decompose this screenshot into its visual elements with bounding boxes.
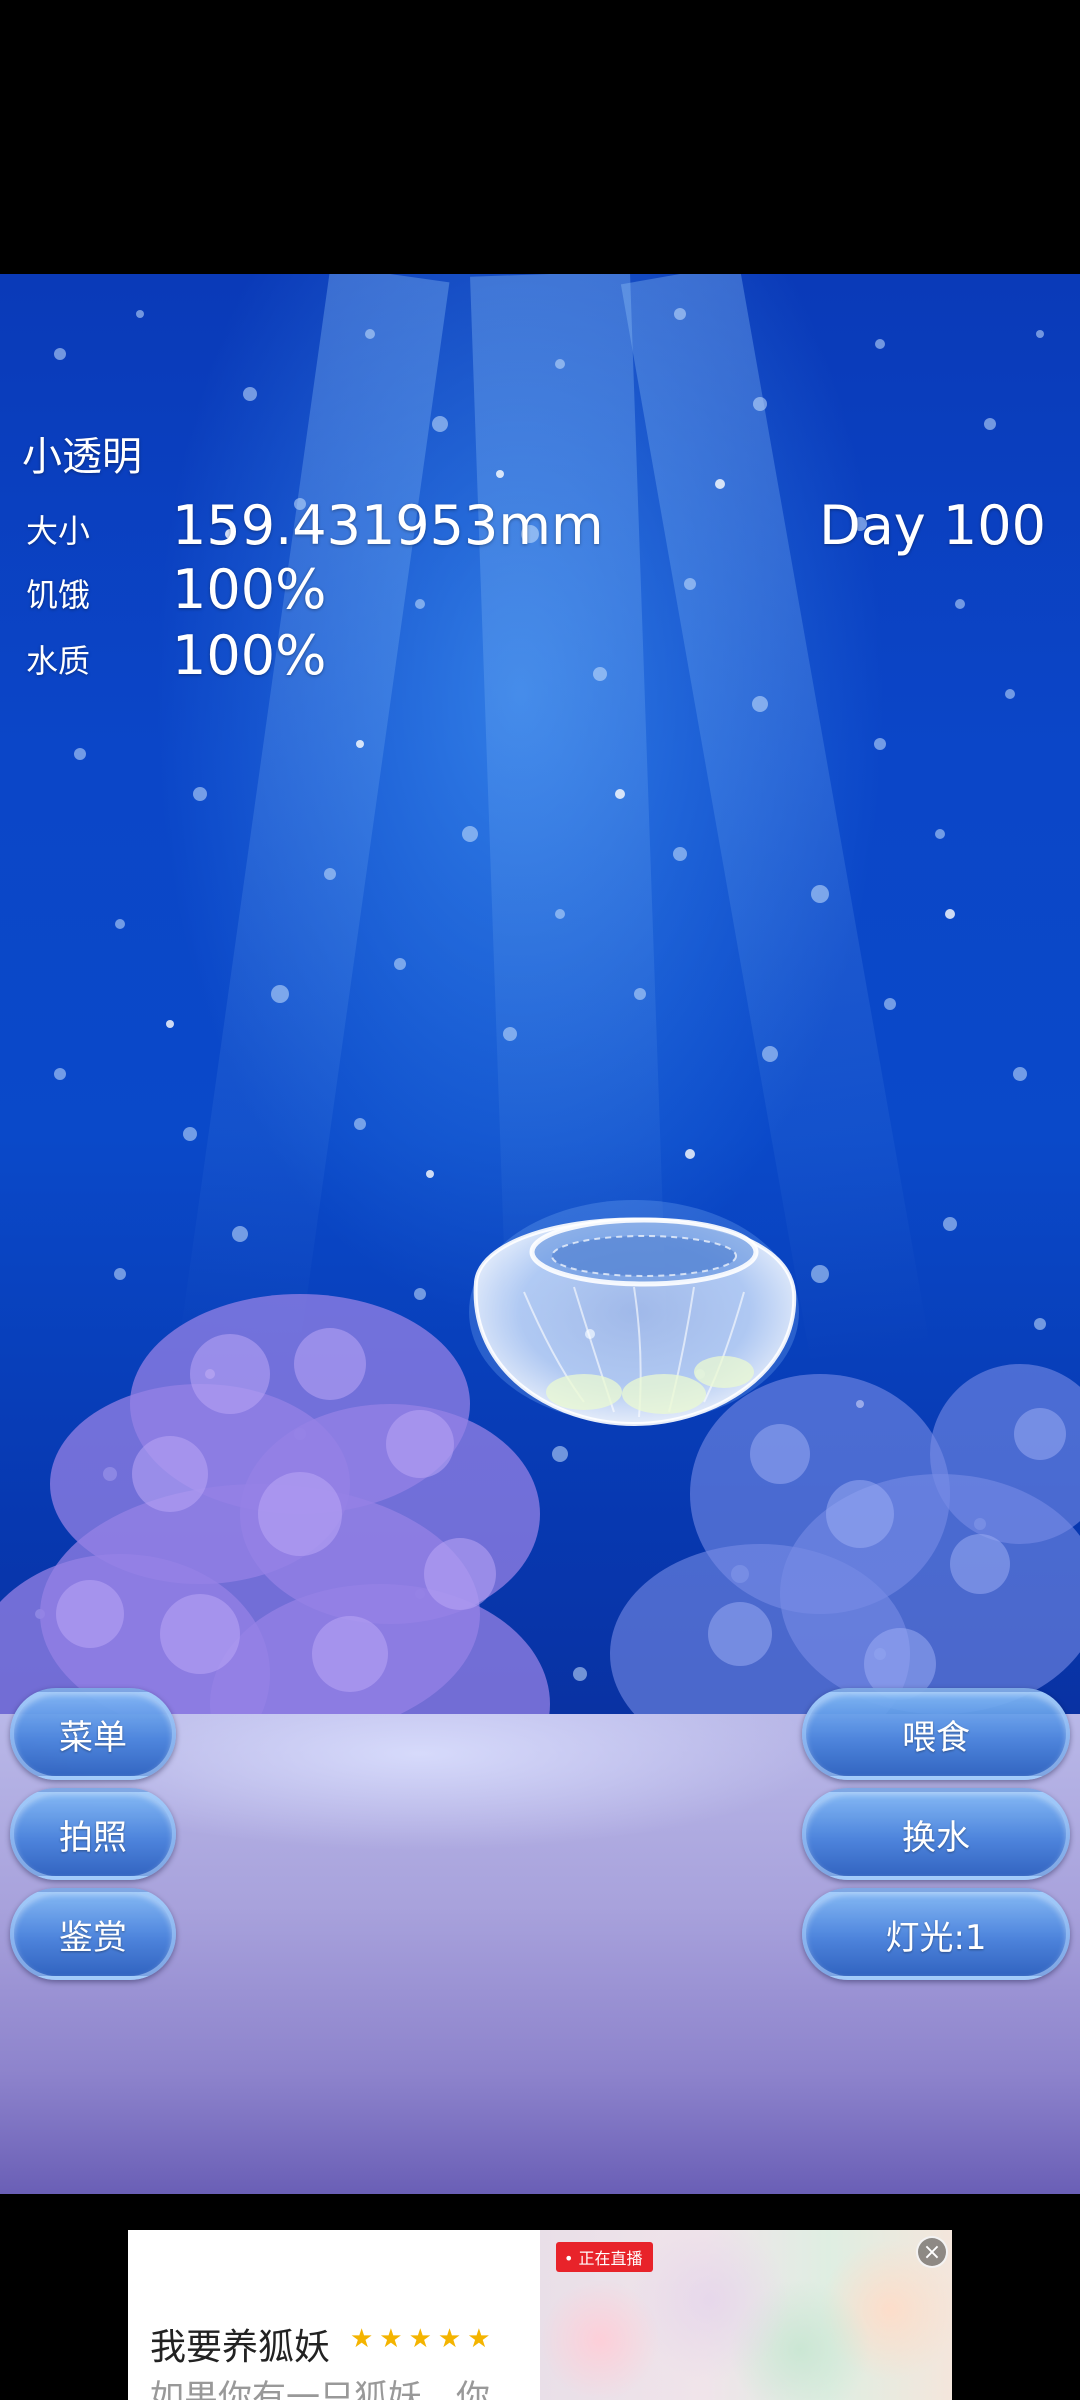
ad-rating-stars: ★★★★★ (350, 2324, 497, 2354)
live-badge: • 正在直播 (556, 2242, 653, 2272)
gallery-button[interactable]: 鉴赏 (10, 1888, 176, 1980)
pet-name: 小透明 (22, 434, 142, 480)
day-counter: Day 100 (819, 494, 1046, 557)
ad-image[interactable]: • 正在直播 (540, 2230, 952, 2400)
change-water-button[interactable]: 换水 (802, 1788, 1070, 1880)
menu-button[interactable]: 菜单 (10, 1688, 176, 1780)
size-label: 大小 (26, 512, 91, 550)
hunger-label: 饥饿 (26, 576, 91, 614)
feed-button[interactable]: 喂食 (802, 1688, 1070, 1780)
jellyfish[interactable] (464, 1162, 804, 1442)
hunger-value: 100% (172, 558, 327, 621)
light-button[interactable]: 灯光:1 (802, 1888, 1070, 1980)
ad-title: 我要养狐妖 (150, 2327, 331, 2368)
size-value: 159.431953mm (172, 494, 604, 557)
water-quality-value: 100% (172, 624, 327, 687)
close-icon[interactable]: × (916, 2236, 948, 2268)
water-quality-label: 水质 (26, 642, 91, 680)
ad-banner[interactable]: 我要养狐妖 ★★★★★ 如果你有一只狐妖，你 • 正在直播 × (128, 2230, 952, 2400)
ad-description: 如果你有一只狐妖，你 (150, 2378, 490, 2400)
photo-button[interactable]: 拍照 (10, 1788, 176, 1880)
game-screen: 小透明 大小 159.431953mm 饥饿 100% 水质 100% Day … (0, 0, 1080, 2400)
